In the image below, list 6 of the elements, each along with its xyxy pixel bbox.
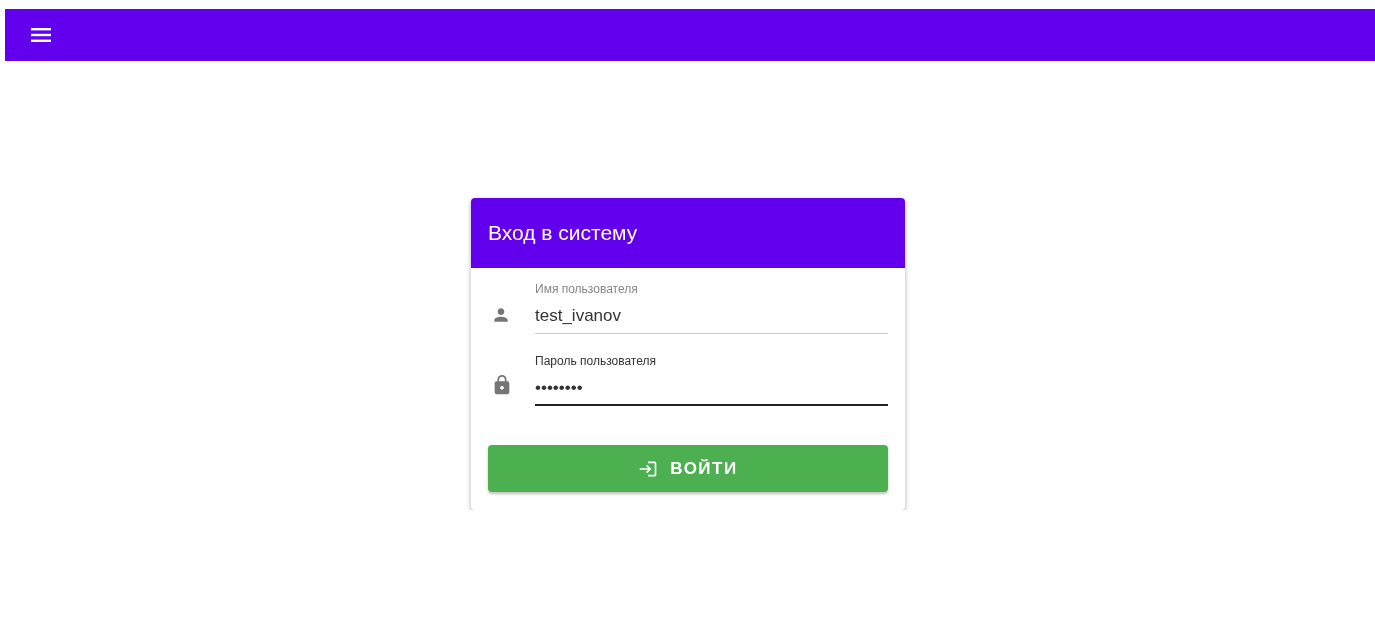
menu-icon [31,28,51,42]
card-title: Вход в систему [488,221,638,245]
field-label: Пароль пользователя [535,354,657,368]
password-field[interactable]: •••••••• [535,378,888,406]
username-field[interactable]: test_ivanov [535,306,888,334]
field-label: Имя пользователя [535,282,639,296]
